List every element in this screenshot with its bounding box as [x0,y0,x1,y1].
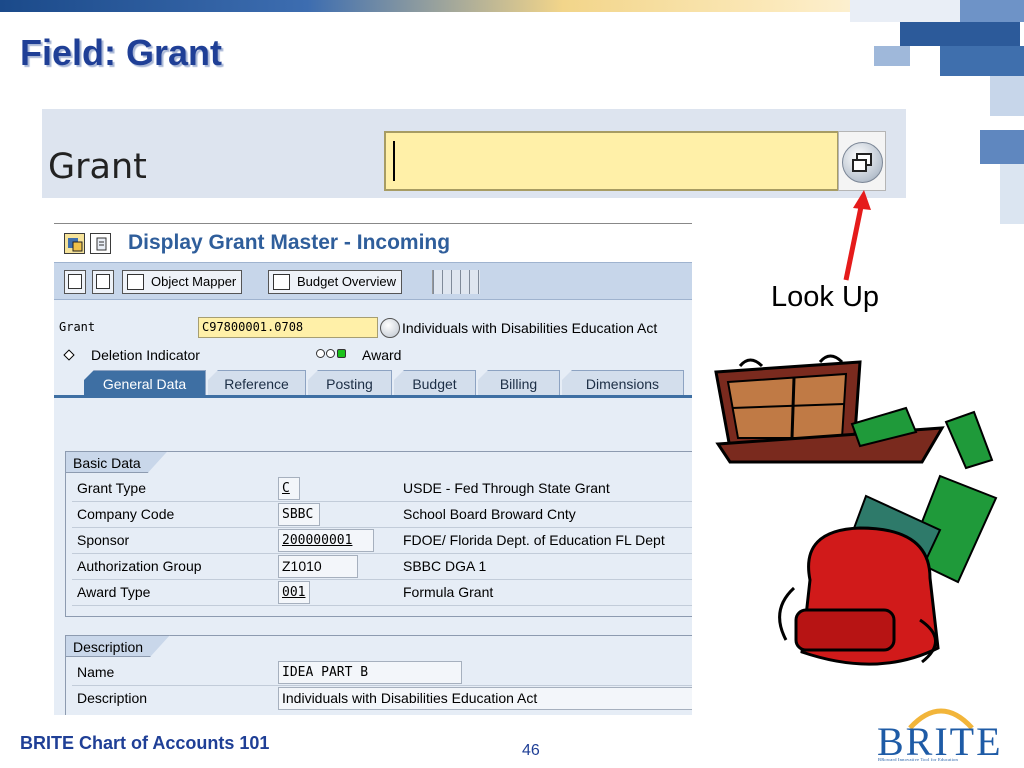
sap-title-row: Display Grant Master - Incoming [54,224,692,262]
field-row-award-type: Award Type 001 Formula Grant [66,580,692,606]
object-mapper-button[interactable]: Object Mapper [122,270,243,294]
award-lamp-red-icon [316,349,325,358]
company-code-desc: School Board Broward Cnty [403,506,576,522]
field-row-description: Description Individuals with Disabilitie… [66,686,692,712]
authorization-group-desc: SBBC DGA 1 [403,558,487,574]
tab-reference[interactable]: Reference [208,370,306,396]
slide-title: Field: Grant [20,32,223,73]
field-row-grant-type: Grant Type C USDE - Fed Through State Gr… [66,476,692,502]
tab-budget[interactable]: Budget [394,370,476,396]
award-type-value[interactable]: 001 [278,581,310,604]
grant-field-zoom: Grant [42,109,906,198]
row-divider [72,605,692,606]
tab-general-data[interactable]: General Data [84,370,206,396]
tab-posting[interactable]: Posting [308,370,392,396]
field-row-sponsor: Sponsor 200000001 FDOE/ Florida Dept. of… [66,528,692,554]
tab-strip-underline [54,395,692,398]
grant-field-label: Grant [48,147,147,187]
company-code-label: Company Code [77,506,175,522]
look-up-annotation: Look Up [771,281,880,313]
sap-toolbar: Object Mapper Budget Overview [54,262,692,300]
description-title: Description [65,635,170,657]
grant-type-value[interactable]: C [278,477,300,500]
lookup-icon [842,142,883,183]
award-label: Award [362,347,402,363]
field-row-name: Name IDEA PART B [66,660,692,686]
grant-header-label: Grant [59,320,96,334]
field-row-company-code: Company Code SBBC School Board Broward C… [66,502,692,528]
grant-header-lookup-icon[interactable] [380,318,400,338]
tab-billing[interactable]: Billing [478,370,560,396]
grant-type-desc: USDE - Fed Through State Grant [403,480,610,496]
grant-header-input[interactable]: C97800001.0708 [198,317,378,338]
sponsor-value[interactable]: 200000001 [278,529,374,552]
award-lamp-green-icon [337,349,346,358]
field-row-authorization-group: Authorization Group Z1010 SBBC DGA 1 [66,554,692,580]
sap-display-icon[interactable] [64,233,85,254]
object-mapper-icon [127,274,144,290]
budget-overview-icon [273,274,290,290]
description-label: Description [77,690,148,706]
sap-info-icon[interactable] [90,233,111,254]
basic-data-group: Basic Data Grant Type C USDE - Fed Throu… [65,451,692,617]
sponsor-label: Sponsor [77,532,130,548]
award-lamp-yellow-icon [326,349,335,358]
toolbar-separator [432,270,480,294]
text-cursor [393,141,395,181]
brite-logo: BRITE BRoward Innovative Tool for Educat… [872,700,1014,766]
sap-grant-master-screen: Display Grant Master - Incoming Object M… [54,223,692,715]
next-icon [96,274,110,289]
budget-overview-button[interactable]: Budget Overview [268,270,402,294]
backpack-book-clipart [778,474,998,666]
logo-tagline: BRoward Innovative Tool for Education [878,757,958,762]
description-value[interactable]: Individuals with Disabilities Education … [278,687,692,710]
description-group: Description Name IDEA PART B Description… [65,635,692,715]
grant-header-description: Individuals with Disabilities Education … [402,320,658,336]
sponsor-desc: FDOE/ Florida Dept. of Education FL Dept [403,532,665,548]
sap-screen-title: Display Grant Master - Incoming [128,231,451,254]
page-number: 46 [522,742,540,759]
previous-icon [68,274,82,289]
award-type-label: Award Type [77,584,151,600]
budget-overview-label: Budget Overview [297,274,396,289]
next-object-button[interactable] [92,270,114,294]
authorization-group-label: Authorization Group [77,558,202,574]
grant-input[interactable] [384,131,839,191]
name-label: Name [77,664,115,680]
object-mapper-label: Object Mapper [151,274,237,289]
red-arrow [843,190,871,281]
grant-type-label: Grant Type [77,480,147,496]
footer-course-title: BRITE Chart of Accounts 101 [20,733,270,753]
grant-lookup-button[interactable] [838,131,886,191]
authorization-group-value[interactable]: Z1010 [278,555,358,578]
name-value[interactable]: IDEA PART B [278,661,462,684]
deletion-indicator-label: Deletion Indicator [91,347,200,363]
company-code-value[interactable]: SBBC [278,503,320,526]
award-type-desc: Formula Grant [403,584,494,600]
tab-dimensions[interactable]: Dimensions [562,370,684,396]
deletion-diamond-icon [63,349,75,361]
briefcase-money-clipart [714,354,994,470]
previous-object-button[interactable] [64,270,86,294]
basic-data-title: Basic Data [65,451,168,473]
sap-tab-strip: General Data Reference Posting Budget Bi… [54,370,692,396]
